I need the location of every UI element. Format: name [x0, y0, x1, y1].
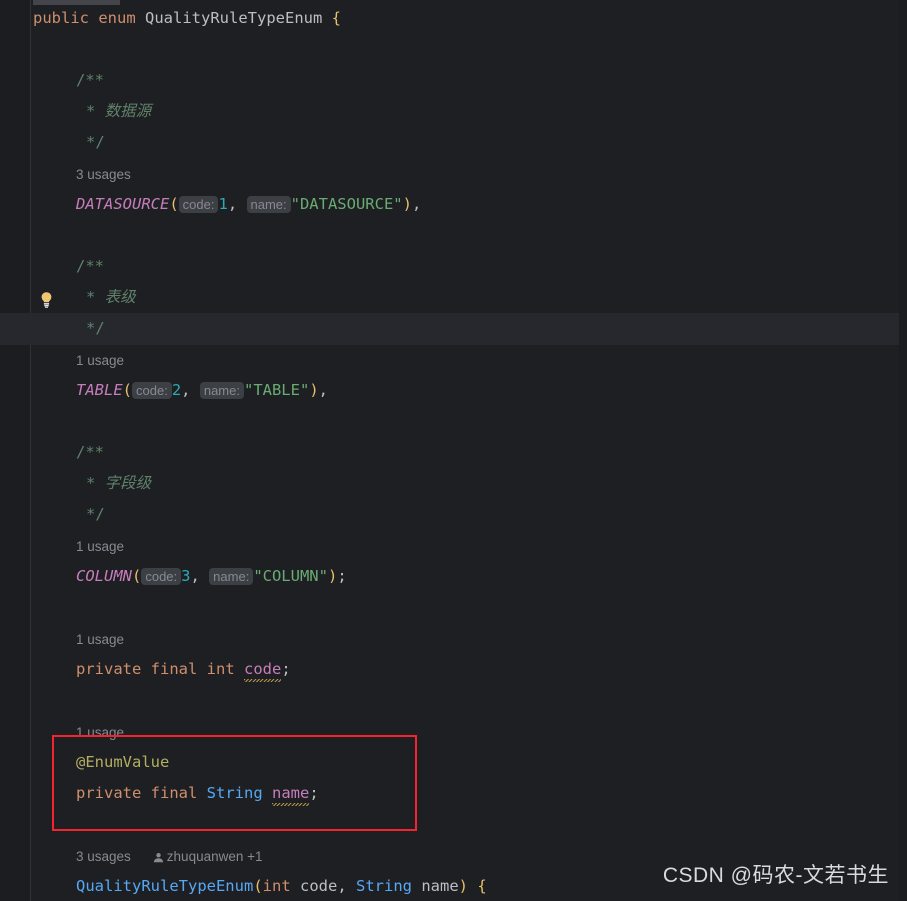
- enum-constant-name: DATASOURCE: [76, 195, 170, 213]
- constructor-name: QualityRuleTypeEnum: [76, 877, 254, 895]
- javadoc-close-3[interactable]: */: [86, 504, 105, 524]
- line-terminator: ,: [411, 195, 422, 213]
- field-type: String: [206, 784, 263, 802]
- javadoc-cn-datasource: 数据源: [104, 102, 152, 120]
- usages-hint-constructor[interactable]: 3 usages zhuquanwen +1: [76, 848, 263, 867]
- enum-constant-table[interactable]: TABLE(code: 2, name: "TABLE"),: [76, 380, 328, 401]
- line-terminator: ;: [337, 567, 347, 585]
- param-hint-name: name:: [209, 568, 254, 585]
- field-name-name: name: [272, 784, 310, 802]
- param-value-name: "DATASOURCE": [290, 195, 403, 213]
- field-type: int: [206, 660, 235, 678]
- param-value-code: 1: [218, 195, 228, 213]
- code-surface[interactable]: public enum QualityRuleTypeEnum { /** * …: [0, 0, 907, 901]
- param-hint-name: name:: [199, 382, 244, 399]
- editor-scrollbar-track[interactable]: [899, 0, 907, 901]
- field-declaration-name[interactable]: private final String name;: [76, 783, 319, 803]
- author-name: zhuquanwen +1: [166, 849, 263, 864]
- code-editor[interactable]: public enum QualityRuleTypeEnum { /** * …: [0, 0, 907, 901]
- annotation-enumvalue[interactable]: @EnumValue: [76, 752, 169, 772]
- javadoc-text-3[interactable]: * 字段级: [86, 473, 151, 493]
- param-hint-code: code:: [141, 568, 182, 585]
- line-terminator: ,: [318, 381, 328, 399]
- param-value-code: 3: [181, 567, 191, 585]
- param-value-code: 2: [171, 381, 182, 399]
- enum-constant-column[interactable]: COLUMN(code: 3, name: "COLUMN");: [76, 566, 347, 587]
- param-value-name: "COLUMN": [253, 567, 328, 585]
- param-name-code: code: [290, 877, 338, 895]
- param-hint-code: code:: [178, 196, 219, 213]
- param-hint-name: name:: [246, 196, 291, 213]
- usages-hint-table[interactable]: 1 usage: [76, 352, 124, 369]
- constructor-declaration[interactable]: QualityRuleTypeEnum(int code, String nam…: [76, 876, 487, 896]
- javadoc-cn-column: 字段级: [104, 474, 152, 492]
- current-line-highlight: [0, 313, 907, 345]
- javadoc-open-1[interactable]: /**: [76, 70, 104, 90]
- javadoc-open-2[interactable]: /**: [76, 256, 104, 276]
- javadoc-text-2[interactable]: * 表级: [86, 287, 136, 307]
- field-name-code: code: [244, 660, 282, 678]
- enum-constant-name: TABLE: [76, 381, 123, 399]
- param-value-name: "TABLE": [243, 381, 310, 399]
- enum-constant-name: COLUMN: [76, 567, 132, 585]
- code-line-class-declaration[interactable]: public enum QualityRuleTypeEnum {: [33, 8, 341, 28]
- keyword-enum: enum: [98, 9, 136, 27]
- editor-gutter[interactable]: [0, 0, 30, 901]
- field-modifiers: private final: [76, 660, 207, 678]
- usages-hint-column[interactable]: 1 usage: [76, 538, 124, 555]
- open-brace: {: [331, 9, 342, 27]
- javadoc-open-3[interactable]: /**: [76, 442, 104, 462]
- usages-hint-code-field[interactable]: 1 usage: [76, 631, 124, 648]
- field-modifiers: private final: [76, 784, 207, 802]
- param-name-name: name: [412, 877, 459, 895]
- usages-hint-name-field[interactable]: 1 usage: [76, 724, 124, 741]
- javadoc-text-1[interactable]: * 数据源: [86, 101, 151, 121]
- javadoc-close-2[interactable]: */: [86, 318, 105, 338]
- javadoc-close-1[interactable]: */: [86, 132, 105, 152]
- enum-constant-datasource[interactable]: DATASOURCE(code: 1, name: "DATASOURCE"),: [76, 194, 421, 215]
- javadoc-cn-table: 表级: [104, 288, 136, 306]
- csdn-watermark: CSDN @码农-文若书生: [662, 864, 889, 887]
- keyword-public: public: [33, 9, 89, 27]
- param-type-int: int: [262, 877, 291, 895]
- enum-type-name: QualityRuleTypeEnum: [145, 9, 323, 27]
- author-annotation[interactable]: zhuquanwen +1: [153, 849, 263, 864]
- param-type-string: String: [356, 877, 412, 895]
- usages-hint-datasource[interactable]: 3 usages: [76, 166, 131, 183]
- person-icon: [153, 850, 164, 867]
- usages-count: 3 usages: [76, 849, 131, 864]
- field-declaration-code[interactable]: private final int code;: [76, 659, 291, 679]
- param-hint-code: code:: [132, 382, 172, 399]
